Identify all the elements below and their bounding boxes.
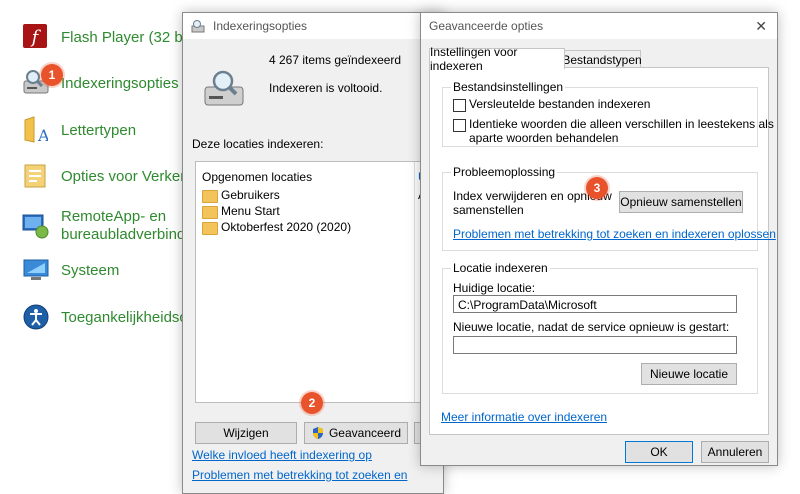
cp-item-remoteapp[interactable]: RemoteApp- en bureaubladverbind [22, 206, 185, 246]
font-folder-icon: A [22, 116, 50, 145]
indexing-large-icon [203, 69, 249, 112]
cp-item-label: Opties voor Verken [61, 167, 189, 185]
cp-item-fonts[interactable]: A Lettertypen [22, 115, 136, 145]
folder-options-icon [22, 162, 50, 190]
rebuild-button[interactable]: Opnieuw samenstellen [619, 191, 743, 213]
step-badge-1: 1 [41, 64, 63, 86]
more-info-link[interactable]: Meer informatie over indexeren [441, 410, 607, 424]
new-location-field[interactable] [453, 336, 737, 354]
tab-file-types[interactable]: Bestandstypen [562, 50, 642, 68]
diacritics-label-line2: aparte woorden behandelen [469, 131, 619, 145]
current-location-label: Huidige locatie: [453, 281, 536, 295]
tab-label: Instellingen voor indexeren [430, 45, 518, 73]
cp-item-explorer-options[interactable]: Opties voor Verken [22, 161, 189, 191]
cancel-button[interactable]: Annuleren [701, 441, 769, 463]
uac-shield-icon [311, 426, 325, 440]
cp-item-label: Indexeringsopties [61, 74, 179, 92]
ok-button[interactable]: OK [625, 441, 693, 463]
encrypted-files-checkbox[interactable] [453, 99, 466, 112]
cp-item-label: RemoteApp- en [61, 208, 167, 225]
cp-item-label: Lettertypen [61, 121, 137, 139]
locations-list[interactable]: Opgenomen locaties U A Gebruikers Menu S… [195, 161, 435, 403]
remoteapp-icon [22, 212, 50, 240]
cp-item-accessibility[interactable]: Toegankelijkheidsc [22, 302, 187, 332]
cp-item-label-line2: bureaubladverbind [61, 226, 186, 243]
locations-label: Deze locaties indexeren: [192, 137, 324, 151]
location-name: Oktoberfest 2020 (2020) [221, 220, 352, 234]
folder-icon [202, 222, 218, 235]
new-location-label: Nieuwe locatie, nadat de service opnieuw… [453, 320, 730, 334]
cp-item-label: Systeem [61, 261, 120, 279]
folder-icon [202, 206, 218, 219]
advanced-button-label: Geavanceerd [328, 426, 402, 440]
window-title: Indexeringsopties [213, 19, 308, 33]
current-location-field[interactable]: C:\ProgramData\Microsoft [453, 295, 737, 313]
flash-icon: f [22, 23, 50, 51]
advanced-button[interactable]: Geavanceerd [304, 422, 408, 444]
group-title: Locatie indexeren [451, 261, 550, 275]
advanced-options-window: Geavanceerde opties ✕ Instellingen voor … [420, 12, 778, 466]
indexing-status: Indexeren is voltooid. [269, 81, 383, 95]
encrypted-files-label: Versleutelde bestanden indexeren [469, 97, 651, 111]
system-icon [22, 256, 50, 284]
window-title: Geavanceerde opties [429, 19, 544, 33]
cp-item-label: Toegankelijkheidsc [61, 308, 187, 326]
step-badge-2: 2 [301, 392, 323, 414]
svg-text:A: A [37, 126, 48, 144]
location-name: Gebruikers [221, 188, 280, 202]
close-icon[interactable]: ✕ [755, 18, 767, 35]
items-indexed-count: 4 267 items geïndexeerd [269, 53, 402, 67]
troubleshoot-link[interactable]: Problemen met betrekking tot zoeken en i… [453, 227, 776, 241]
tab-index-settings[interactable]: Instellingen voor indexeren [429, 45, 565, 73]
tab-label: Bestandstypen [562, 52, 642, 67]
group-title: Bestandsinstellingen [451, 80, 566, 94]
new-location-button[interactable]: Nieuwe locatie [641, 363, 737, 385]
rebuild-description-line2: samenstellen [453, 203, 524, 217]
column-divider [414, 162, 415, 402]
group-title: Probleemoplossing [451, 165, 558, 179]
cp-item-system[interactable]: Systeem [22, 255, 119, 285]
indexing-impact-link[interactable]: Welke invloed heeft indexering op [192, 448, 372, 462]
cp-item-label: Flash Player (32 bit [61, 28, 191, 46]
included-locations-header: Opgenomen locaties [202, 170, 313, 184]
title-bar: Geavanceerde opties ✕ [421, 13, 777, 39]
index-location-group: Locatie indexeren Huidige locatie: C:\Pr… [442, 261, 758, 394]
location-name: Menu Start [221, 204, 280, 218]
modify-button[interactable]: Wijzigen [195, 422, 297, 444]
indexing-small-icon [191, 19, 207, 33]
step-badge-3: 3 [586, 177, 608, 199]
folder-icon [202, 190, 218, 203]
title-bar: Indexeringsopties [183, 13, 443, 39]
diacritics-checkbox[interactable] [453, 119, 466, 132]
accessibility-icon [22, 303, 50, 331]
indexing-options-window: Indexeringsopties 4 267 items geïndexeer… [182, 12, 446, 494]
cp-item-flash-player[interactable]: f Flash Player (32 bit [22, 22, 190, 52]
tab-panel: Bestandsinstellingen Versleutelde bestan… [429, 67, 776, 435]
troubleshoot-search-link[interactable]: Problemen met betrekking tot zoeken en [192, 468, 407, 482]
file-settings-group: Bestandsinstellingen Versleutelde bestan… [442, 80, 774, 147]
diacritics-label-line1: Identieke woorden die alleen verschillen… [469, 117, 774, 131]
